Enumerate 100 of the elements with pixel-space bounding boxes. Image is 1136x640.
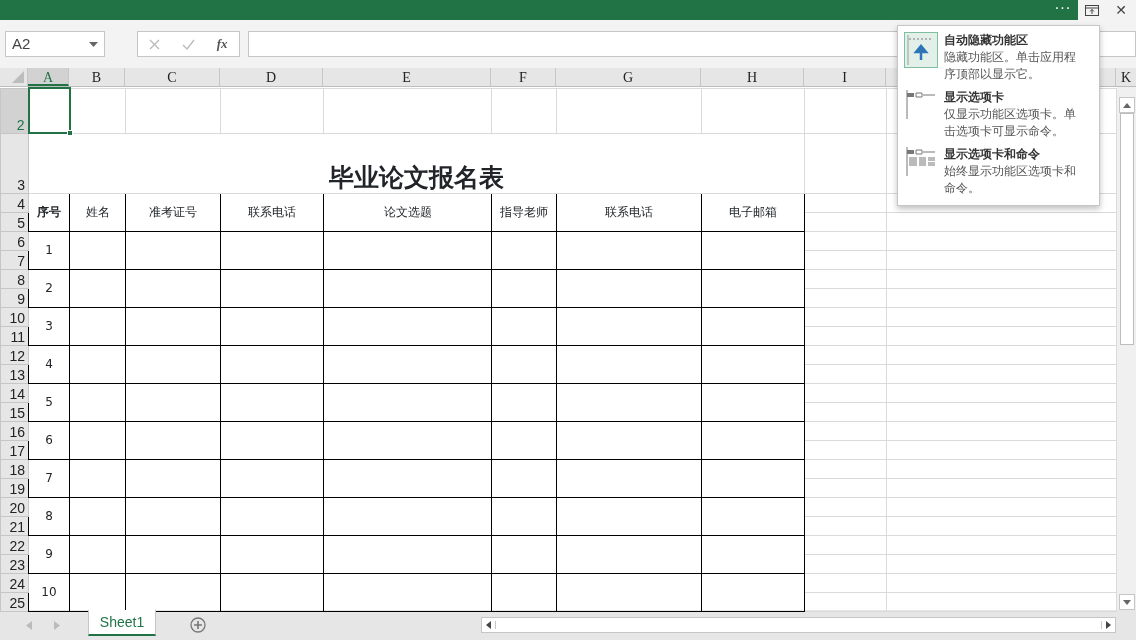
column-header[interactable]: G xyxy=(556,68,701,86)
empty-cell[interactable] xyxy=(69,421,126,459)
empty-cell[interactable] xyxy=(556,345,702,383)
empty-cell[interactable] xyxy=(125,383,221,421)
menu-item-description: 隐藏功能区。单击应用程序顶部以显示它。 xyxy=(944,49,1077,83)
empty-cell[interactable] xyxy=(323,421,492,459)
up-arrow-icon[interactable] xyxy=(1123,102,1131,108)
empty-cell[interactable] xyxy=(220,231,324,269)
empty-cell[interactable] xyxy=(556,307,702,345)
column-header[interactable]: F xyxy=(491,68,556,86)
empty-cell[interactable] xyxy=(220,497,324,535)
empty-cell[interactable] xyxy=(701,535,805,573)
empty-cell[interactable] xyxy=(323,497,492,535)
empty-cell[interactable] xyxy=(491,307,557,345)
empty-cell[interactable] xyxy=(125,345,221,383)
empty-cell[interactable] xyxy=(323,383,492,421)
down-arrow-icon[interactable] xyxy=(1123,599,1131,605)
empty-cell[interactable] xyxy=(125,535,221,573)
scroll-up-button[interactable] xyxy=(1119,97,1135,113)
row-header[interactable]: 3 xyxy=(0,133,29,193)
empty-cell[interactable] xyxy=(701,459,805,497)
horizontal-scrollbar[interactable] xyxy=(481,617,1116,633)
menu-item[interactable]: 自动隐藏功能区 隐藏功能区。单击应用程序顶部以显示它。 xyxy=(898,30,1099,87)
empty-cell[interactable] xyxy=(701,307,805,345)
column-heading-cell: 准考证号 xyxy=(125,193,221,231)
empty-cell[interactable] xyxy=(556,535,702,573)
empty-cell[interactable] xyxy=(69,383,126,421)
column-header[interactable]: E xyxy=(323,68,491,86)
empty-cell[interactable] xyxy=(701,269,805,307)
name-box-value: A2 xyxy=(12,33,31,54)
column-header[interactable]: I xyxy=(804,68,886,86)
empty-cell[interactable] xyxy=(556,459,702,497)
empty-cell[interactable] xyxy=(556,383,702,421)
empty-cell[interactable] xyxy=(125,421,221,459)
empty-cell[interactable] xyxy=(491,459,557,497)
empty-cell[interactable] xyxy=(69,535,126,573)
column-header[interactable]: B xyxy=(69,68,125,86)
empty-cell[interactable] xyxy=(556,269,702,307)
column-header[interactable]: H xyxy=(701,68,804,86)
menu-item[interactable]: 显示选项卡和命令 始终显示功能区选项卡和命令。 xyxy=(898,144,1099,201)
empty-cell[interactable] xyxy=(323,269,492,307)
empty-cell[interactable] xyxy=(69,307,126,345)
selected-cell[interactable] xyxy=(28,88,70,133)
empty-cell[interactable] xyxy=(701,497,805,535)
empty-cell[interactable] xyxy=(125,307,221,345)
empty-cell[interactable] xyxy=(323,345,492,383)
empty-cell[interactable] xyxy=(491,269,557,307)
empty-cell[interactable] xyxy=(220,345,324,383)
close-button[interactable]: ✕ xyxy=(1106,0,1136,20)
scroll-down-button[interactable] xyxy=(1119,594,1135,610)
empty-cell[interactable] xyxy=(323,307,492,345)
sheet-tab[interactable]: Sheet1 xyxy=(88,610,156,636)
column-header[interactable]: K xyxy=(1116,68,1136,86)
empty-cell[interactable] xyxy=(556,421,702,459)
empty-cell[interactable] xyxy=(220,459,324,497)
more-options-button[interactable]: ··· xyxy=(1048,0,1078,20)
empty-cell[interactable] xyxy=(491,497,557,535)
empty-cell[interactable] xyxy=(323,459,492,497)
empty-cell[interactable] xyxy=(220,535,324,573)
empty-cell[interactable] xyxy=(556,231,702,269)
empty-cell[interactable] xyxy=(69,497,126,535)
empty-cell[interactable] xyxy=(69,269,126,307)
scroll-thumb[interactable] xyxy=(1120,113,1134,345)
empty-cell[interactable] xyxy=(556,497,702,535)
enter-check-icon[interactable] xyxy=(181,38,195,50)
empty-cell[interactable] xyxy=(701,231,805,269)
row-header[interactable]: 2 xyxy=(0,88,29,133)
empty-cell[interactable] xyxy=(69,459,126,497)
column-header[interactable]: A xyxy=(28,68,69,86)
empty-cell[interactable] xyxy=(701,345,805,383)
empty-cell[interactable] xyxy=(491,383,557,421)
ribbon-display-icon[interactable] xyxy=(1085,4,1099,16)
empty-cell[interactable] xyxy=(220,307,324,345)
empty-cell[interactable] xyxy=(491,535,557,573)
column-header[interactable]: D xyxy=(220,68,323,86)
empty-cell[interactable] xyxy=(323,231,492,269)
empty-cell[interactable] xyxy=(125,497,221,535)
empty-cell[interactable] xyxy=(125,459,221,497)
empty-cell[interactable] xyxy=(69,231,126,269)
insert-function-button[interactable]: fx xyxy=(216,34,228,54)
empty-cell[interactable] xyxy=(323,535,492,573)
add-sheet-icon[interactable] xyxy=(190,617,206,633)
dropdown-caret-icon[interactable] xyxy=(88,41,98,47)
empty-cell[interactable] xyxy=(125,231,221,269)
empty-cell[interactable] xyxy=(220,421,324,459)
menu-item[interactable]: 显示选项卡 仅显示功能区选项卡。单击选项卡可显示命令。 xyxy=(898,87,1099,144)
empty-cell[interactable] xyxy=(125,269,221,307)
menu-item-description: 仅显示功能区选项卡。单击选项卡可显示命令。 xyxy=(944,106,1077,140)
column-header[interactable]: C xyxy=(125,68,220,86)
empty-cell[interactable] xyxy=(220,269,324,307)
empty-cell[interactable] xyxy=(701,383,805,421)
name-box[interactable]: A2 xyxy=(5,31,105,57)
empty-cell[interactable] xyxy=(220,383,324,421)
empty-cell[interactable] xyxy=(491,345,557,383)
empty-cell[interactable] xyxy=(491,421,557,459)
empty-cell[interactable] xyxy=(701,421,805,459)
column-heading-cell: 姓名 xyxy=(69,193,126,231)
empty-cell[interactable] xyxy=(491,231,557,269)
form-title: 毕业论文报名表 xyxy=(28,133,805,193)
empty-cell[interactable] xyxy=(69,345,126,383)
